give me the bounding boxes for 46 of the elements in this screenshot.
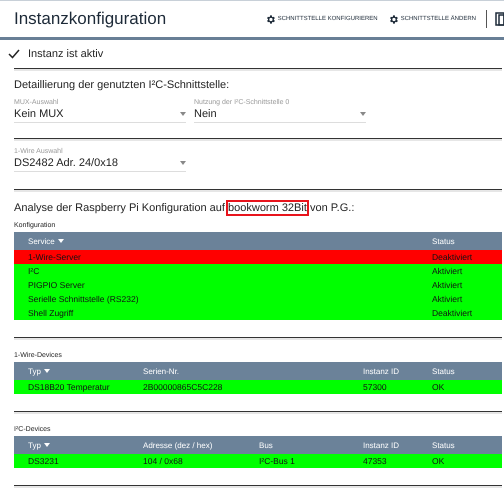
gear-icon xyxy=(264,14,276,24)
table-cell-text: DS18B20 Temperatur xyxy=(28,382,111,392)
table-cell-text: 57300 xyxy=(363,382,388,392)
status-text: Instanz ist aktiv xyxy=(28,48,104,60)
select-field[interactable]: Kein MUX xyxy=(14,108,186,123)
table-cell-text: Deaktiviert xyxy=(432,308,474,318)
column-header[interactable]: Typ xyxy=(28,440,143,450)
gear-icon xyxy=(388,14,399,24)
column-header[interactable]: Instanz ID xyxy=(363,366,432,376)
caret-icon xyxy=(44,443,50,447)
column-header[interactable]: Status xyxy=(432,236,502,246)
select-field[interactable]: DS2482 Adr. 24/0x18 xyxy=(14,157,186,172)
table-cell-text: Aktiviert xyxy=(432,266,464,276)
column-header[interactable]: Instanz ID xyxy=(363,440,432,450)
column-header[interactable]: Adresse (dez / hex) xyxy=(143,440,259,450)
table-cell-text: 2B00000865C5C228 xyxy=(143,382,224,392)
copy-icon[interactable] xyxy=(495,12,504,26)
caret-icon xyxy=(180,112,186,116)
table-cell-text: OK xyxy=(432,382,446,392)
table-cell-text: Deaktiviert xyxy=(432,252,474,262)
caret-icon xyxy=(58,239,64,243)
table-cell-text: I²C-Bus 1 xyxy=(259,456,296,466)
table-cell-text: 47353 xyxy=(363,456,388,466)
table-cell-text: I²C xyxy=(28,266,40,276)
section-heading: Detaillierung der genutzten I²C-Schnittstelle: xyxy=(14,79,230,91)
table-cell-text: OK xyxy=(432,456,446,466)
column-header[interactable]: Bus xyxy=(259,440,363,450)
table-cell-text: 104 / 0x68 xyxy=(143,456,184,466)
table-cell-text: Aktiviert xyxy=(432,280,464,290)
table-cell-text: DS3231 xyxy=(28,456,60,466)
column-header[interactable]: Service xyxy=(28,236,432,246)
column-header[interactable]: Serien-Nr. xyxy=(143,366,363,376)
table-cell-text: Aktiviert xyxy=(432,294,464,304)
table-cell-text: Serielle Schnittstelle (RS232) xyxy=(28,294,140,304)
column-header[interactable]: Typ xyxy=(28,366,143,376)
caret-icon xyxy=(180,161,186,165)
table-cell-text: Shell Zugriff xyxy=(28,308,74,318)
analysis-text: Analyse der Raspberry Pi Konfiguration auf bookworm 32Bit von P.G.: xyxy=(14,202,356,214)
table-cell-text: 1-Wire-Server xyxy=(28,252,82,262)
column-header[interactable]: Status xyxy=(432,440,502,450)
column-header[interactable]: Status xyxy=(432,366,502,376)
page-title: Instanzkonfiguration xyxy=(14,9,168,29)
table-cell-text: PIGPIO Server xyxy=(28,280,86,290)
caret-icon xyxy=(360,112,366,116)
caret-icon xyxy=(44,369,50,373)
select-field[interactable]: Nein xyxy=(194,108,366,123)
